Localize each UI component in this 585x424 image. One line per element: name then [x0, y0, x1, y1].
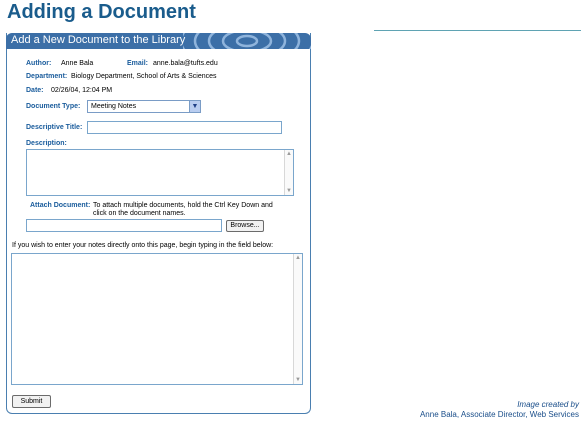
description-label: Description: — [26, 140, 67, 147]
description-textarea[interactable]: ▲ ▼ — [26, 149, 294, 196]
notes-prompt: If you wish to enter your notes directly… — [12, 242, 274, 249]
credit-line1: Image created by — [517, 400, 579, 409]
descriptive-title-input[interactable] — [87, 121, 282, 134]
attach-help-line2: click on the document names. — [93, 210, 186, 217]
description-scrollbar[interactable]: ▲ ▼ — [284, 150, 293, 195]
document-type-select[interactable]: Meeting Notes ▼ — [87, 100, 201, 113]
date-value: 02/26/04, 12:04 PM — [51, 87, 113, 94]
attach-document-label: Attach Document: — [30, 202, 91, 209]
department-value: Biology Department, School of Arts & Sci… — [71, 73, 217, 80]
email-label: Email: — [127, 60, 149, 67]
panel-header: Add a New Document to the Library — [6, 33, 311, 49]
department-label: Department: — [26, 73, 68, 80]
attach-file-input[interactable] — [26, 219, 222, 232]
attach-help-line1: To attach multiple documents, hold the C… — [93, 202, 273, 209]
author-label: Author: — [26, 60, 52, 67]
panel-title: Add a New Document to the Library — [11, 34, 186, 46]
notes-textarea[interactable]: ▲ ▼ — [11, 253, 303, 385]
credit-line2: Anne Bala, Associate Director, Web Servi… — [419, 410, 579, 419]
notes-scrollbar[interactable]: ▲ ▼ — [293, 254, 302, 384]
chevron-down-icon[interactable]: ▼ — [189, 101, 200, 112]
browse-button[interactable]: Browse... — [226, 220, 264, 232]
scroll-down-icon[interactable]: ▼ — [294, 376, 302, 384]
scroll-up-icon[interactable]: ▲ — [294, 254, 302, 262]
date-label: Date: — [26, 87, 44, 94]
top-divider — [374, 30, 581, 31]
document-type-label: Document Type: — [26, 103, 81, 110]
document-type-value: Meeting Notes — [91, 103, 137, 110]
page-title: Adding a Document — [7, 1, 196, 23]
swirl-decoration-icon — [183, 33, 311, 49]
submit-button[interactable]: Submit — [12, 395, 51, 408]
scroll-up-icon[interactable]: ▲ — [285, 150, 293, 158]
descriptive-title-label: Descriptive Title: — [26, 124, 83, 131]
author-value: Anne Bala — [61, 60, 94, 67]
scroll-down-icon[interactable]: ▼ — [285, 187, 293, 195]
email-value: anne.bala@tufts.edu — [153, 60, 218, 67]
